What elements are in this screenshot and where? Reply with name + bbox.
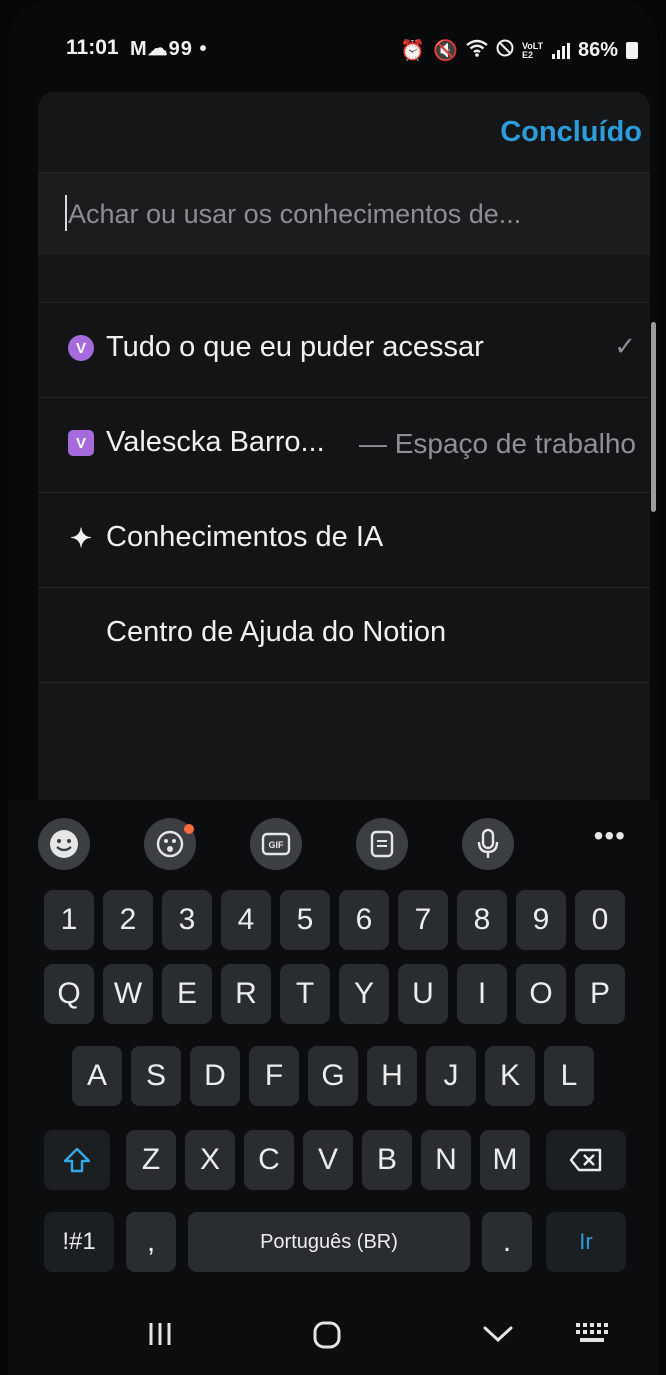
option-label: Centro de Ajuda do Notion: [106, 616, 447, 648]
key-6[interactable]: 6: [339, 890, 389, 950]
signal-icon: [551, 42, 570, 59]
key-o[interactable]: O: [516, 964, 566, 1024]
symbols-key[interactable]: !#1: [44, 1212, 114, 1272]
key-j[interactable]: J: [426, 1046, 476, 1106]
option-help-center[interactable]: Centro de Ajuda do Notion: [38, 587, 650, 683]
key-y[interactable]: Y: [339, 964, 389, 1024]
microphone-icon[interactable]: [462, 818, 514, 870]
key-d[interactable]: D: [190, 1046, 240, 1106]
key-n[interactable]: N: [421, 1130, 471, 1190]
shift-key[interactable]: [44, 1130, 110, 1190]
volte-icon: VoLTE2: [521, 40, 544, 60]
clipboard-icon[interactable]: [356, 818, 408, 870]
key-i[interactable]: I: [457, 964, 507, 1024]
key-7[interactable]: 7: [398, 890, 448, 950]
option-label: Tudo o que eu puder acessar: [106, 331, 484, 363]
emoji-icon[interactable]: [38, 818, 90, 870]
backspace-key[interactable]: [546, 1130, 626, 1190]
keyboard: GIF ••• 1 2 3 4 5 6 7 8 9 0 Q W E R T Y …: [8, 800, 658, 1375]
recent-apps-icon[interactable]: [146, 1320, 174, 1353]
option-ai-knowledge[interactable]: ✦ Conhecimentos de IA: [38, 492, 650, 587]
shift-icon: [63, 1147, 91, 1173]
search-input[interactable]: [66, 191, 640, 237]
alarm-icon: ⏰: [400, 40, 426, 62]
key-f[interactable]: F: [249, 1046, 299, 1106]
key-c[interactable]: C: [244, 1130, 294, 1190]
key-5[interactable]: 5: [280, 890, 330, 950]
key-e[interactable]: E: [162, 964, 212, 1024]
status-time: 11:01: [66, 36, 119, 59]
key-a[interactable]: A: [72, 1046, 122, 1106]
go-key[interactable]: Ir: [546, 1212, 626, 1272]
home-icon[interactable]: [312, 1320, 342, 1355]
key-0[interactable]: 0: [575, 890, 625, 950]
key-w[interactable]: W: [103, 964, 153, 1024]
space-key[interactable]: Português (BR): [188, 1212, 470, 1272]
phone-screen: 11:01 M☁99 • ⏰ 🔇 VoLTE2 86% Concluído V: [8, 0, 658, 1375]
key-3[interactable]: 3: [162, 890, 212, 950]
sticker-icon[interactable]: [144, 818, 196, 870]
sparkle-icon: ✦: [70, 522, 92, 553]
option-label: Conhecimentos de IA: [106, 521, 384, 553]
key-9[interactable]: 9: [516, 890, 566, 950]
key-b[interactable]: B: [362, 1130, 412, 1190]
scrollbar-thumb[interactable]: [651, 322, 656, 512]
key-2[interactable]: 2: [103, 890, 153, 950]
done-button[interactable]: Concluído: [500, 116, 642, 149]
navigation-bar: [8, 1300, 658, 1375]
key-4[interactable]: 4: [221, 890, 271, 950]
key-r[interactable]: R: [221, 964, 271, 1024]
text-cursor: [65, 195, 67, 231]
wifi-icon: [466, 39, 488, 63]
battery-percent: 86%: [577, 39, 618, 61]
status-bar: 11:01 M☁99 • ⏰ 🔇 VoLTE2 86%: [8, 0, 658, 90]
key-8[interactable]: 8: [457, 890, 507, 950]
key-l[interactable]: L: [544, 1046, 594, 1106]
do-not-disturb-icon: [496, 39, 514, 63]
key-1[interactable]: 1: [44, 890, 94, 950]
checkmark-icon: ✓: [614, 331, 636, 361]
option-label: Valescka Barro...: [106, 426, 325, 458]
status-right-icons: ⏰ 🔇 VoLTE2 86%: [400, 38, 638, 63]
more-icon[interactable]: •••: [594, 820, 626, 852]
back-chevron-icon[interactable]: [482, 1320, 514, 1353]
key-u[interactable]: U: [398, 964, 448, 1024]
key-g[interactable]: G: [308, 1046, 358, 1106]
backspace-icon: [569, 1148, 602, 1172]
battery-icon: [626, 42, 638, 59]
workspace-circle-icon: V: [68, 335, 94, 361]
key-q[interactable]: Q: [44, 964, 94, 1024]
svg-text:GIF: GIF: [269, 840, 285, 850]
key-h[interactable]: H: [367, 1046, 417, 1106]
search-bar: [38, 172, 650, 254]
key-z[interactable]: Z: [126, 1130, 176, 1190]
key-s[interactable]: S: [131, 1046, 181, 1106]
key-t[interactable]: T: [280, 964, 330, 1024]
option-workspace[interactable]: V Valescka Barro... — Espaço de trabalho: [38, 397, 650, 492]
notification-icons: M☁99 •: [130, 38, 208, 60]
keyboard-switch-icon[interactable]: [574, 1320, 610, 1351]
key-v[interactable]: V: [303, 1130, 353, 1190]
workspace-square-icon: V: [68, 430, 94, 456]
period-key[interactable]: .: [482, 1212, 532, 1272]
option-all-accessible[interactable]: V Tudo o que eu puder acessar ✓: [38, 302, 650, 397]
gif-icon[interactable]: GIF: [250, 818, 302, 870]
mute-icon: 🔇: [433, 40, 458, 62]
key-m[interactable]: M: [480, 1130, 530, 1190]
option-subtitle: — Espaço de trabalho: [358, 428, 636, 459]
knowledge-source-sheet: Concluído V Tudo o que eu puder acessar …: [38, 92, 656, 832]
notification-dot: [184, 824, 194, 834]
keyboard-toolbar: GIF •••: [30, 808, 642, 878]
key-k[interactable]: K: [485, 1046, 535, 1106]
key-x[interactable]: X: [185, 1130, 235, 1190]
comma-key[interactable]: ,: [126, 1212, 176, 1272]
source-options-list: V Tudo o que eu puder acessar ✓ V Valesc…: [38, 302, 650, 683]
key-p[interactable]: P: [575, 964, 625, 1024]
